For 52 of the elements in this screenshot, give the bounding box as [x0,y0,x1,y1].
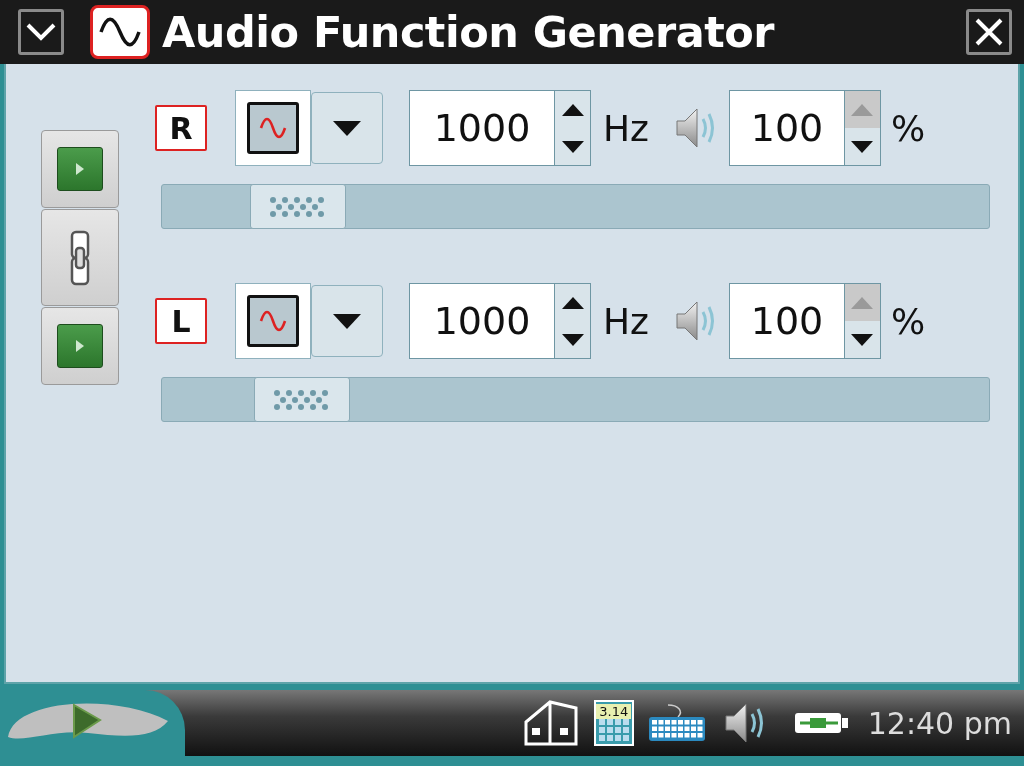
chevron-down-icon [25,22,57,42]
keyboard-icon[interactable] [647,703,706,743]
waveform-button[interactable] [247,102,299,154]
volume-field[interactable]: 100 [728,283,845,359]
caret-down-icon [333,120,361,136]
volume-spinner[interactable] [844,90,881,166]
up-arrow-icon [851,296,874,309]
play-button[interactable] [41,307,119,385]
frequency-spinner[interactable] [555,90,591,166]
sine-wave-icon [98,17,142,47]
slider-thumb[interactable] [249,184,346,229]
unit-label: % [890,107,926,149]
down-arrow-icon [561,140,584,153]
frequency-field[interactable]: 1000 [409,283,555,359]
close-icon [973,16,1005,48]
slider-track[interactable] [161,184,990,229]
link-button[interactable] [41,209,119,306]
calculator-icon[interactable]: 3.14 [593,700,634,746]
grip-dots-icon [273,388,331,411]
waveform-button[interactable] [247,295,299,347]
unit-label: Hz [603,107,649,149]
up-arrow-icon [851,103,874,116]
volume-field[interactable]: 100 [728,90,845,166]
keypad-drawing [598,719,629,741]
chain-link-icon [68,229,92,286]
dropdown-button[interactable] [311,92,383,164]
dropdown-button[interactable] [311,285,383,357]
play-icon [75,162,85,176]
window-title: Audio Function Generator [162,7,776,57]
channel-label: R [155,105,207,151]
caret-down-icon [333,313,361,329]
frequency-field[interactable]: 1000 [409,90,555,166]
calculator-display: 3.14 [596,704,632,719]
up-arrow-icon [561,296,584,309]
battery-icon [793,711,850,735]
channel-label: L [155,298,207,344]
down-arrow-icon [851,333,874,346]
menu-button[interactable] [18,9,64,55]
volume-spinner[interactable] [844,283,881,359]
clock-text: 12:40 pm [867,705,1012,741]
close-button[interactable] [966,9,1012,55]
unit-label: Hz [603,300,649,342]
slider-track[interactable] [161,377,990,422]
unit-label: % [890,300,926,342]
up-arrow-icon [561,103,584,116]
down-arrow-icon [851,140,874,153]
play-icon [75,339,85,353]
grip-dots-icon [269,195,327,218]
down-arrow-icon [561,333,584,346]
play-button[interactable] [41,130,119,208]
slider-thumb[interactable] [253,377,350,422]
frequency-spinner[interactable] [555,283,591,359]
